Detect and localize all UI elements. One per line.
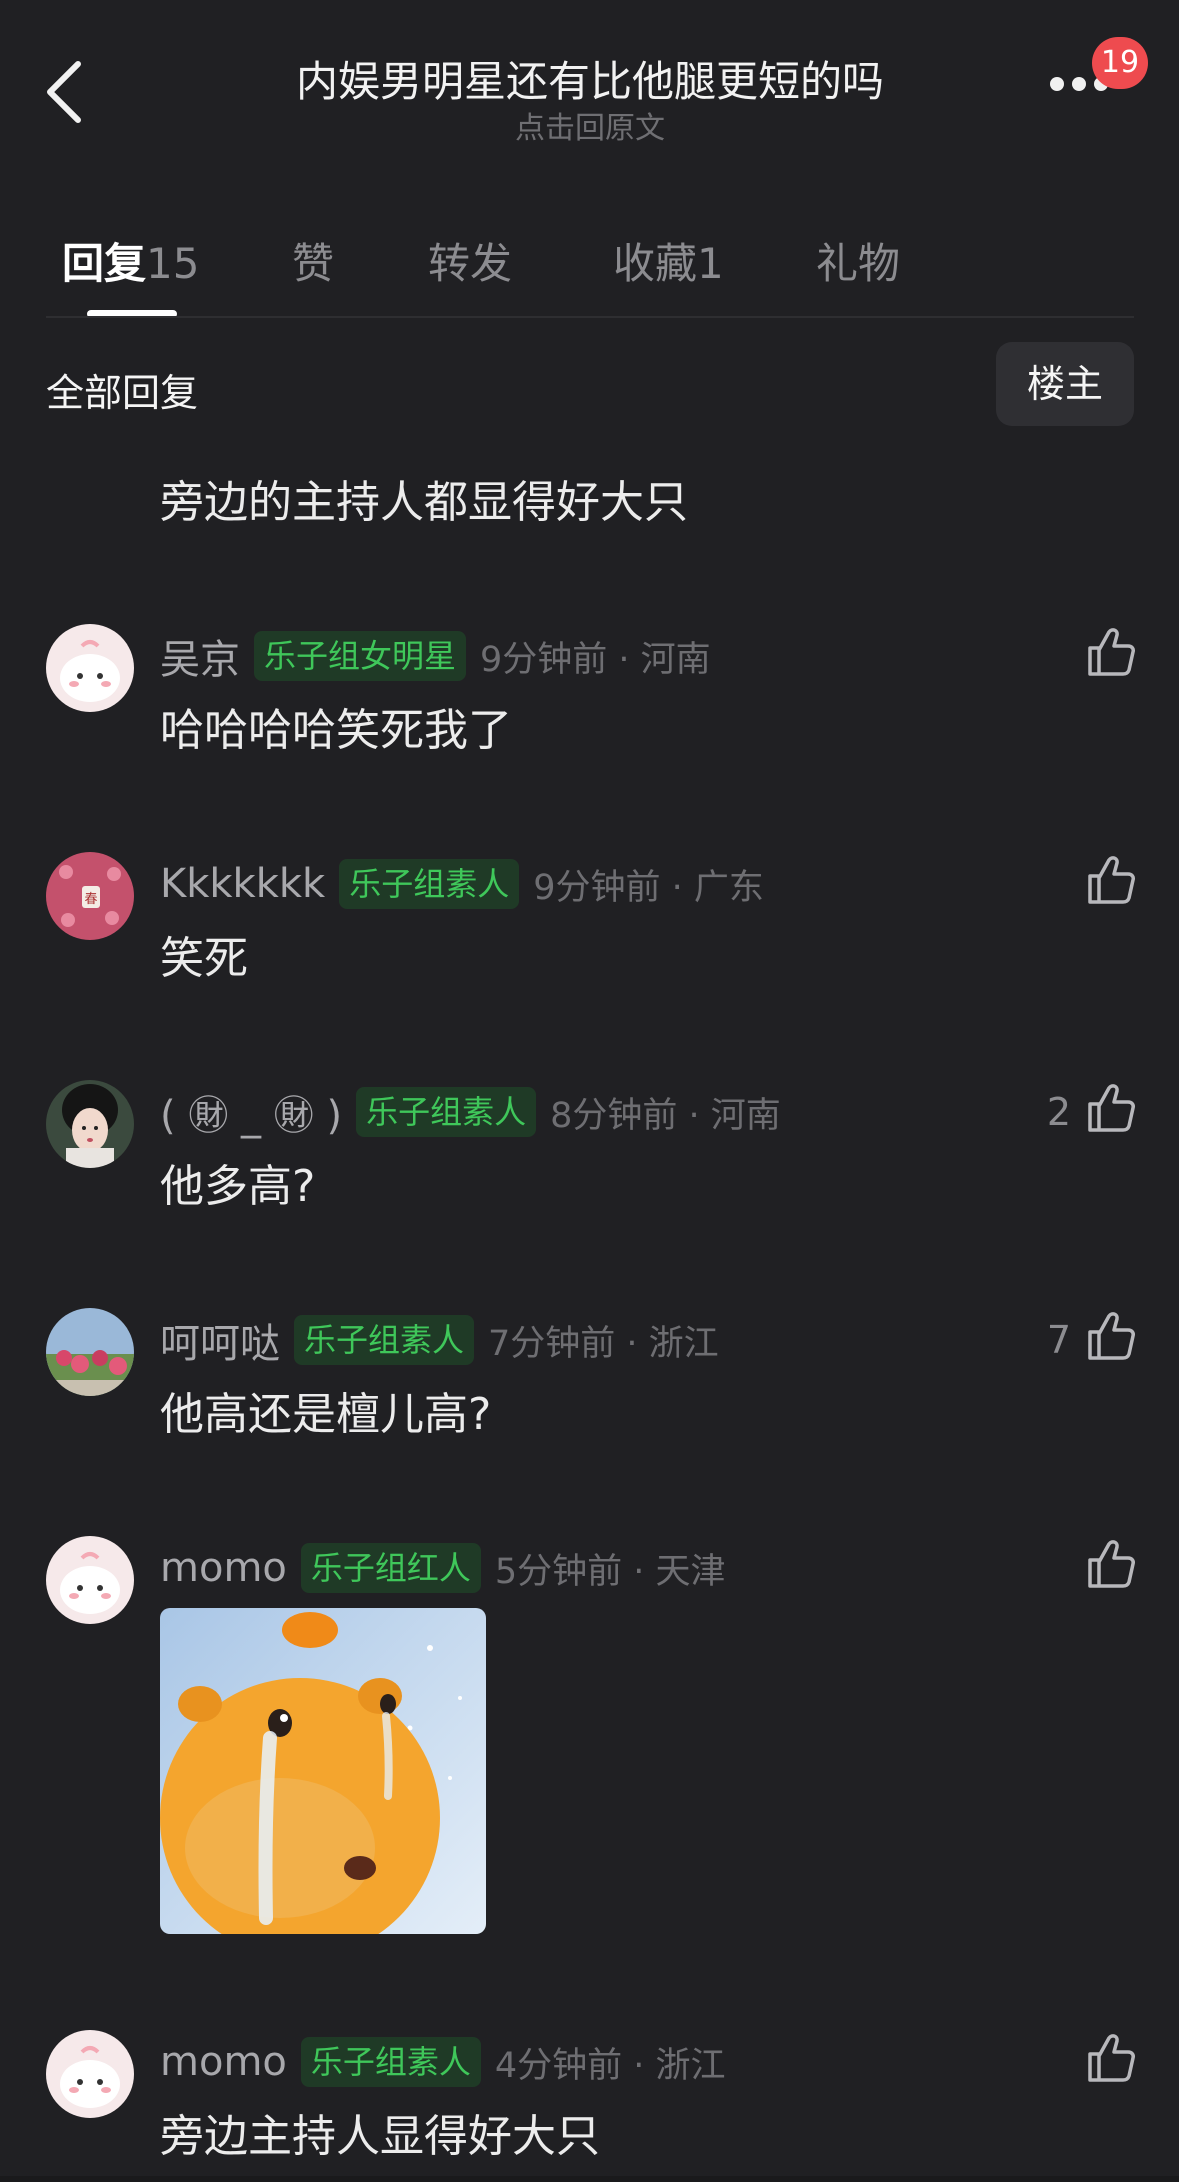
all-replies-label: 全部回复 bbox=[46, 371, 199, 415]
timestamp-location: 9分钟前 · 广东 bbox=[533, 867, 764, 908]
comment-meta: ( ㊖ _ ㊖ ) 乐子组素人 8分钟前 · 河南 bbox=[160, 1083, 781, 1141]
thumbs-up-icon[interactable] bbox=[1082, 1080, 1138, 1136]
comment-text: 旁边的主持人都显得好大只 bbox=[160, 477, 688, 528]
comment-text: 他多高? bbox=[160, 1161, 316, 1212]
tab-replies[interactable]: 回复15 bbox=[62, 230, 199, 291]
tab-label: 回复 bbox=[62, 239, 147, 288]
avatar[interactable] bbox=[46, 1308, 134, 1396]
divider bbox=[46, 316, 1134, 318]
user-tag: 乐子组女明星 bbox=[254, 631, 467, 681]
avatar[interactable] bbox=[46, 2030, 134, 2118]
tab-favorites[interactable]: 收藏1 bbox=[613, 230, 724, 291]
username[interactable]: ( ㊖ _ ㊖ ) bbox=[160, 1083, 342, 1141]
user-tag: 乐子组红人 bbox=[300, 1543, 481, 1593]
avatar[interactable] bbox=[46, 1536, 134, 1624]
tab-label: 礼物 bbox=[816, 239, 901, 288]
username[interactable]: 吴京 bbox=[160, 627, 240, 685]
user-tag: 乐子组素人 bbox=[300, 2037, 481, 2087]
thumbs-up-icon[interactable] bbox=[1082, 1308, 1138, 1364]
thumbs-up-icon[interactable] bbox=[1082, 2030, 1138, 2086]
like-count: 7 bbox=[1046, 1318, 1071, 1362]
user-tag: 乐子组素人 bbox=[356, 1087, 537, 1137]
comment-text: 笑死 bbox=[160, 933, 248, 984]
timestamp-location: 5分钟前 · 天津 bbox=[494, 1551, 726, 1592]
username[interactable]: momo bbox=[160, 1545, 287, 1591]
header: 内娱男明星还有比他腿更短的吗 点击回原文 19 bbox=[0, 0, 1179, 170]
crying-capybara-sticker[interactable] bbox=[160, 1608, 486, 1934]
comment-text: 他高还是檀儿高? bbox=[160, 1389, 492, 1440]
tab-label: 转发 bbox=[428, 239, 513, 288]
tab-gifts[interactable]: 礼物 bbox=[816, 230, 900, 291]
comment-meta: 呵呵哒 乐子组素人 7分钟前 · 浙江 bbox=[160, 1311, 719, 1369]
tab-count: 1 bbox=[697, 239, 724, 288]
avatar[interactable] bbox=[46, 1080, 134, 1168]
timestamp-location: 7分钟前 · 浙江 bbox=[488, 1323, 719, 1364]
timestamp-location: 4分钟前 · 浙江 bbox=[494, 2045, 726, 2086]
username[interactable]: Kkkkkkk bbox=[160, 861, 325, 907]
username[interactable]: 呵呵哒 bbox=[160, 1311, 280, 1369]
chevron-left-icon bbox=[47, 61, 81, 123]
user-tag: 乐子组素人 bbox=[339, 859, 520, 909]
tab-count: 15 bbox=[146, 239, 200, 288]
thumbs-up-icon[interactable] bbox=[1082, 1536, 1138, 1592]
timestamp-location: 8分钟前 · 河南 bbox=[550, 1095, 781, 1136]
user-tag: 乐子组素人 bbox=[294, 1315, 475, 1365]
comment-meta: momo 乐子组红人 5分钟前 · 天津 bbox=[160, 1542, 726, 1594]
avatar[interactable] bbox=[46, 624, 134, 712]
comment-text: 哈哈哈哈笑死我了 bbox=[160, 705, 512, 756]
tab-bar: 回复15 赞 转发 收藏1 礼物 bbox=[0, 220, 1179, 320]
svg-text:春: 春 bbox=[84, 892, 97, 907]
avatar[interactable]: 春 bbox=[46, 852, 134, 940]
bottom-edge bbox=[0, 2176, 1179, 2182]
comment-meta: 吴京 乐子组女明星 9分钟前 · 河南 bbox=[160, 627, 711, 685]
comment-text: 旁边主持人显得好大只 bbox=[160, 2111, 600, 2162]
page-title: 内娱男明星还有比他腿更短的吗 bbox=[295, 57, 884, 106]
tab-reposts[interactable]: 转发 bbox=[428, 230, 512, 291]
tab-label: 赞 bbox=[292, 239, 335, 288]
timestamp-location: 9分钟前 · 河南 bbox=[480, 639, 711, 680]
thumbs-up-icon[interactable] bbox=[1082, 624, 1138, 680]
op-only-button[interactable]: 楼主 bbox=[996, 342, 1134, 426]
thumbs-up-icon[interactable] bbox=[1082, 852, 1138, 908]
back-to-original-link[interactable]: 点击回原文 bbox=[180, 103, 1000, 147]
tab-likes[interactable]: 赞 bbox=[292, 230, 334, 291]
notification-badge: 19 bbox=[1092, 37, 1148, 89]
comment-meta: momo 乐子组素人 4分钟前 · 浙江 bbox=[160, 2036, 726, 2088]
like-count: 2 bbox=[1046, 1090, 1071, 1134]
tab-label: 收藏 bbox=[613, 239, 698, 288]
back-button[interactable] bbox=[40, 56, 96, 128]
username[interactable]: momo bbox=[160, 2039, 287, 2085]
comment-meta: Kkkkkkk 乐子组素人 9分钟前 · 广东 bbox=[160, 858, 764, 910]
